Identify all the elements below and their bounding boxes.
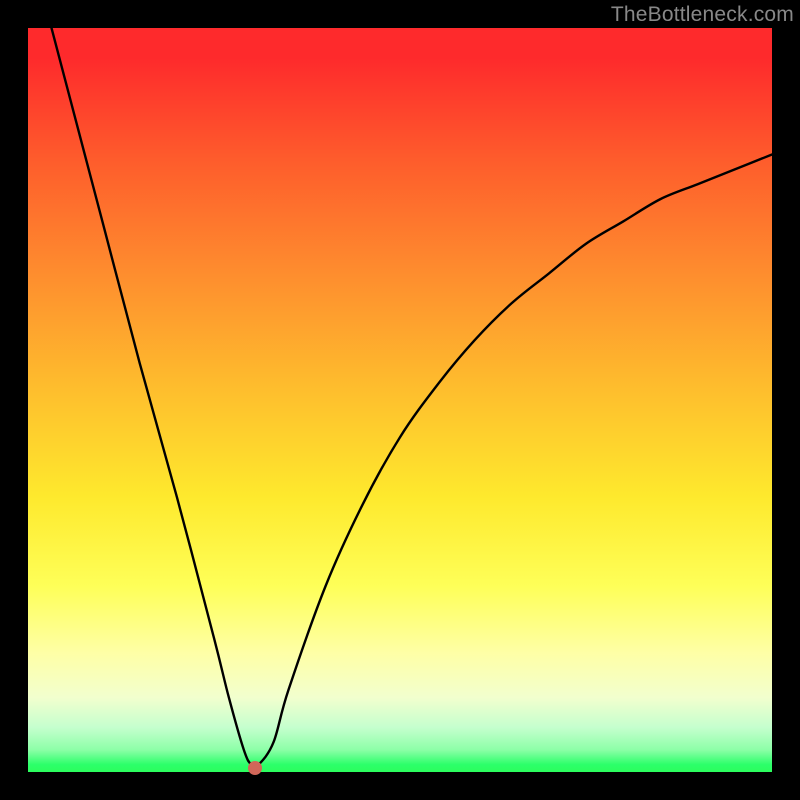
minimum-marker-dot — [248, 761, 262, 775]
chart-frame: TheBottleneck.com — [0, 0, 800, 800]
watermark-text: TheBottleneck.com — [611, 3, 794, 27]
bottleneck-curve — [28, 0, 772, 767]
curve-layer — [28, 28, 772, 772]
plot-area — [28, 28, 772, 772]
